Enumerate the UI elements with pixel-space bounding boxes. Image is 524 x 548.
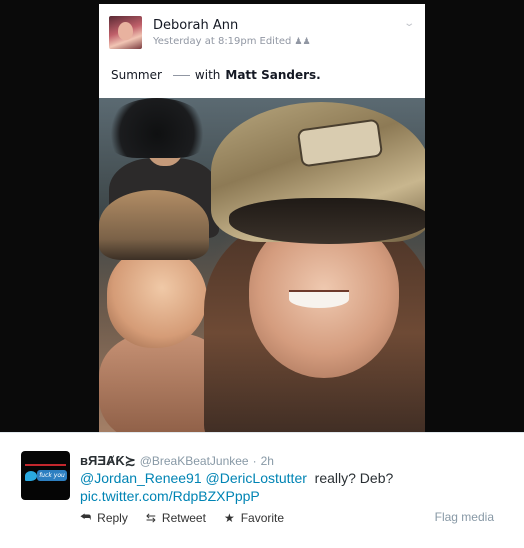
favorite-button[interactable]: ★ Favorite xyxy=(224,511,284,525)
reply-label: Reply xyxy=(97,510,128,525)
retweet-label: Retweet xyxy=(161,510,206,525)
mention-link[interactable]: @DericLostutter xyxy=(206,470,307,486)
tweet-actions: ⮪ Reply ⇆ Retweet ★ Favorite xyxy=(80,510,284,525)
post-status: Summer with Matt Sanders. xyxy=(111,68,321,82)
photo-smile xyxy=(289,290,349,308)
tweet-text: @Jordan_Renee91 @DericLostutter really? … xyxy=(80,469,500,505)
post-meta: Yesterday at 8:19pm Edited ♟♟ xyxy=(153,36,311,47)
star-icon: ★ xyxy=(223,510,235,525)
chevron-down-icon: ⌄ xyxy=(402,18,415,29)
photo-cap-left xyxy=(99,190,209,260)
photo-cap-back xyxy=(107,98,207,158)
flag-media-link[interactable]: Flag media xyxy=(435,510,494,524)
avatar-stripe xyxy=(25,464,66,466)
tweet-author-avatar[interactable]: fuck you xyxy=(21,451,70,500)
tweet-handle[interactable]: @BreaKBeatJunkee xyxy=(140,454,249,468)
post-photo xyxy=(99,98,425,432)
with-label: with xyxy=(194,68,221,82)
reply-icon: ⮪ xyxy=(80,510,92,524)
mention-link[interactable]: @Jordan_Renee91 xyxy=(80,470,202,486)
bird-icon xyxy=(25,471,37,481)
status-dash xyxy=(172,74,190,76)
avatar-badge: fuck you xyxy=(37,470,67,481)
tagged-person: Matt Sanders. xyxy=(225,68,321,82)
retweet-icon: ⇆ xyxy=(145,510,156,525)
tweet-header: ʙЯƎȺƘ≿ @BreaKBeatJunkee · 2h xyxy=(80,453,274,469)
tweet-body: really? Deb? xyxy=(314,470,394,486)
photo-cap-brim xyxy=(229,198,425,244)
pic-link[interactable]: pic.twitter.com/RdpBZXPppP xyxy=(80,488,260,504)
facebook-post-screenshot[interactable]: Deborah Ann Yesterday at 8:19pm Edited ♟… xyxy=(99,4,425,432)
tweet: fuck you ʙЯƎȺƘ≿ @BreaKBeatJunkee · 2h @J… xyxy=(0,432,524,548)
post-timestamp: Yesterday at 8:19pm xyxy=(153,36,257,47)
retweet-button[interactable]: ⇆ Retweet xyxy=(146,511,206,525)
friends-icon: ♟♟ xyxy=(294,36,311,47)
status-text: Summer xyxy=(111,68,162,82)
favorite-label: Favorite xyxy=(240,510,285,525)
tweet-display-name[interactable]: ʙЯƎȺƘ≿ xyxy=(80,453,136,469)
reply-button[interactable]: ⮪ Reply xyxy=(80,510,128,525)
photo-face-left xyxy=(107,248,207,348)
author-name: Deborah Ann xyxy=(153,18,239,33)
tweet-separator: · xyxy=(252,454,257,468)
author-avatar xyxy=(109,16,142,49)
tweet-time[interactable]: 2h xyxy=(261,454,274,468)
facebook-post-header: Deborah Ann Yesterday at 8:19pm Edited ♟… xyxy=(99,4,425,56)
edited-label: Edited xyxy=(259,36,292,47)
